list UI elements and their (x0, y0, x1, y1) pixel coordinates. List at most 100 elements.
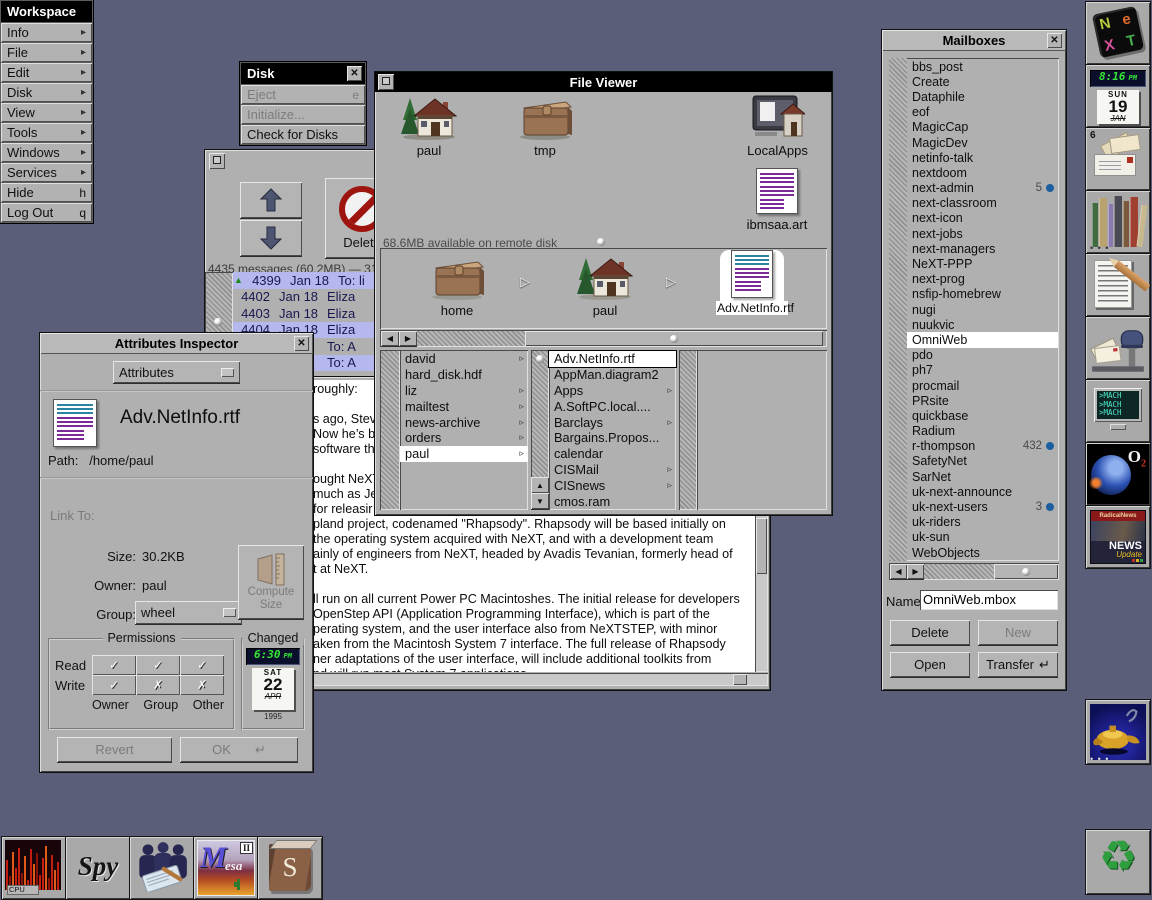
dock-tile-genie[interactable]: • • • (1085, 699, 1151, 765)
revert-button[interactable]: Revert (57, 737, 172, 762)
perm-write-owner[interactable]: ✓ (92, 675, 136, 695)
perm-write-group[interactable]: ✗ (136, 675, 180, 695)
mailbox-item[interactable]: next-icon (907, 211, 1058, 226)
browser-item[interactable]: Adv.NetInfo.rtf ▹ (548, 350, 677, 368)
menu-item[interactable]: Hide h ▸ (1, 183, 92, 202)
group-popup[interactable]: wheel (135, 601, 242, 624)
mail-up-button[interactable] (240, 182, 302, 218)
mailbox-item[interactable]: next-classroom (907, 196, 1058, 211)
mailbox-item[interactable]: SafetyNet (907, 454, 1058, 469)
menu-item[interactable]: Disk ▸ (1, 83, 92, 102)
menu-item[interactable]: Initialize... (241, 105, 365, 124)
column-scrollbar[interactable] (679, 350, 697, 510)
mailbox-item[interactable]: next-prog (907, 272, 1058, 287)
browser-item[interactable]: hard_disk.hdf ▹ (400, 367, 528, 383)
new-button[interactable]: New (978, 620, 1058, 645)
dock-tile-news[interactable]: RadicalNews NEWS Update (1085, 505, 1151, 569)
file-viewer-titlebar[interactable]: File Viewer (375, 72, 832, 92)
dock-tile-terminal[interactable]: >MACH >MACH >MACH (1085, 379, 1151, 443)
mailbox-list-scrollbar[interactable] (889, 58, 907, 561)
dock-tile-recycler[interactable]: ♻ (1085, 829, 1151, 895)
scroll-knob[interactable] (536, 355, 544, 363)
scroll-right-button[interactable]: ▶ (399, 331, 417, 346)
app-tile-spy[interactable]: Spy (65, 836, 131, 900)
browser-item[interactable]: CISMail ▹ (549, 462, 676, 478)
scroll-down-button[interactable]: ▼ (531, 493, 549, 509)
mailbox-item[interactable]: WebObjects (907, 545, 1058, 560)
scroll-thumb[interactable] (525, 331, 823, 346)
browser-item[interactable]: orders ▹ (400, 430, 528, 446)
dock-tile-edit[interactable] (1085, 253, 1151, 317)
app-tile-dictionary[interactable]: S (257, 836, 323, 900)
mailbox-item[interactable]: bbs_post (907, 59, 1058, 74)
menu-item[interactable]: Tools ▸ (1, 123, 92, 142)
file-icon-ibmsaa[interactable]: ibmsaa.art (743, 168, 811, 232)
menu-item[interactable]: Check for Disks (241, 125, 365, 144)
menu-item[interactable]: File ▸ (1, 43, 92, 62)
shelf-resize-knob[interactable] (597, 238, 605, 246)
menu-item[interactable]: View ▸ (1, 103, 92, 122)
menu-item[interactable]: Eject e (241, 85, 365, 104)
scroll-left-button[interactable]: ◀ (890, 564, 907, 579)
file-icon-paul[interactable]: paul (393, 94, 465, 158)
workspace-menu-title[interactable]: Workspace (1, 1, 92, 22)
column-scrollbar[interactable]: ▲ ▼ (531, 350, 549, 510)
browser-item[interactable]: liz ▹ (400, 383, 528, 399)
perm-read-group[interactable]: ✓ (136, 655, 180, 675)
browser-item[interactable]: Bargains.Propos... ▹ (549, 430, 676, 446)
mailbox-item[interactable]: next-managers (907, 241, 1058, 256)
mailbox-item[interactable]: MagicDev (907, 135, 1058, 150)
document-horizontal-scrollbar[interactable] (309, 673, 768, 686)
shelf-item-selected-file[interactable]: Adv.NetInfo.rtf (716, 250, 794, 315)
mail-down-button[interactable] (240, 220, 302, 256)
menu-item[interactable]: Edit ▸ (1, 63, 92, 82)
mailbox-item[interactable]: next-jobs (907, 226, 1058, 241)
app-tile-mesa[interactable]: M esa II (193, 836, 259, 900)
mailbox-item[interactable]: nugi (907, 302, 1058, 317)
mailboxes-titlebar[interactable]: Mailboxes (882, 30, 1066, 51)
inspector-mode-popup[interactable]: Attributes (113, 361, 240, 383)
mailbox-item[interactable]: nsfip-homebrew (907, 287, 1058, 302)
transfer-button[interactable]: Transfer ↵ (978, 652, 1058, 677)
close-icon[interactable]: ✕ (347, 66, 362, 81)
scroll-track[interactable] (417, 331, 525, 346)
dock-tile-newsgrazer[interactable] (1085, 316, 1151, 380)
file-icon-tmp[interactable]: tmp (515, 94, 575, 158)
disk-menu-titlebar[interactable]: Disk ✕ (241, 63, 365, 84)
file-icon-localapps[interactable]: LocalApps (740, 94, 815, 158)
mailbox-item[interactable]: uk-sun (907, 530, 1058, 545)
ok-button[interactable]: OK ↵ (180, 737, 298, 762)
browser-item[interactable]: Barclays ▹ (549, 414, 676, 430)
dock-tile-mail[interactable]: 6 (1085, 127, 1151, 191)
mailbox-item[interactable]: r-thompson 432 (907, 439, 1058, 454)
menu-item[interactable]: Windows ▸ (1, 143, 92, 162)
mailbox-item[interactable]: procmail (907, 378, 1058, 393)
miniaturize-button[interactable] (378, 74, 394, 90)
mailbox-item[interactable]: Radium (907, 424, 1058, 439)
browser-item[interactable]: A.SoftPC.local.... ▹ (549, 398, 676, 414)
close-icon[interactable]: ✕ (1047, 33, 1062, 48)
mailbox-item[interactable]: uk-riders (907, 515, 1058, 530)
scroll-track[interactable] (924, 564, 994, 579)
shelf-item-home[interactable]: home (420, 254, 494, 318)
browser-item[interactable]: calendar ▹ (549, 446, 676, 462)
app-tile-meeting[interactable] (129, 836, 195, 900)
scroll-thumb[interactable] (733, 674, 747, 685)
perm-read-owner[interactable]: ✓ (92, 655, 136, 675)
mailbox-item[interactable]: netinfo-talk (907, 150, 1058, 165)
mailbox-item[interactable]: next-admin 5 (907, 181, 1058, 196)
mailbox-item[interactable]: quickbase (907, 408, 1058, 423)
name-input[interactable]: OmniWeb.mbox (920, 590, 1058, 610)
browser-item[interactable]: paul ▹ (400, 445, 528, 462)
browser-item[interactable]: Apps ▹ (549, 383, 676, 399)
mailbox-item[interactable]: SarNet (907, 469, 1058, 484)
scroll-left-button[interactable]: ◀ (381, 331, 399, 346)
mailbox-item[interactable]: pdo (907, 348, 1058, 363)
mailbox-item[interactable]: nuukvic (907, 317, 1058, 332)
browser-item[interactable]: mailtest ▹ (400, 398, 528, 414)
dock-tile-omniweb[interactable]: O2 (1085, 442, 1151, 506)
perm-read-other[interactable]: ✓ (180, 655, 224, 675)
scroll-right-button[interactable]: ▶ (907, 564, 924, 579)
mailbox-item[interactable]: NeXT-PPP (907, 256, 1058, 271)
inspector-titlebar[interactable]: Attributes Inspector (40, 333, 313, 354)
